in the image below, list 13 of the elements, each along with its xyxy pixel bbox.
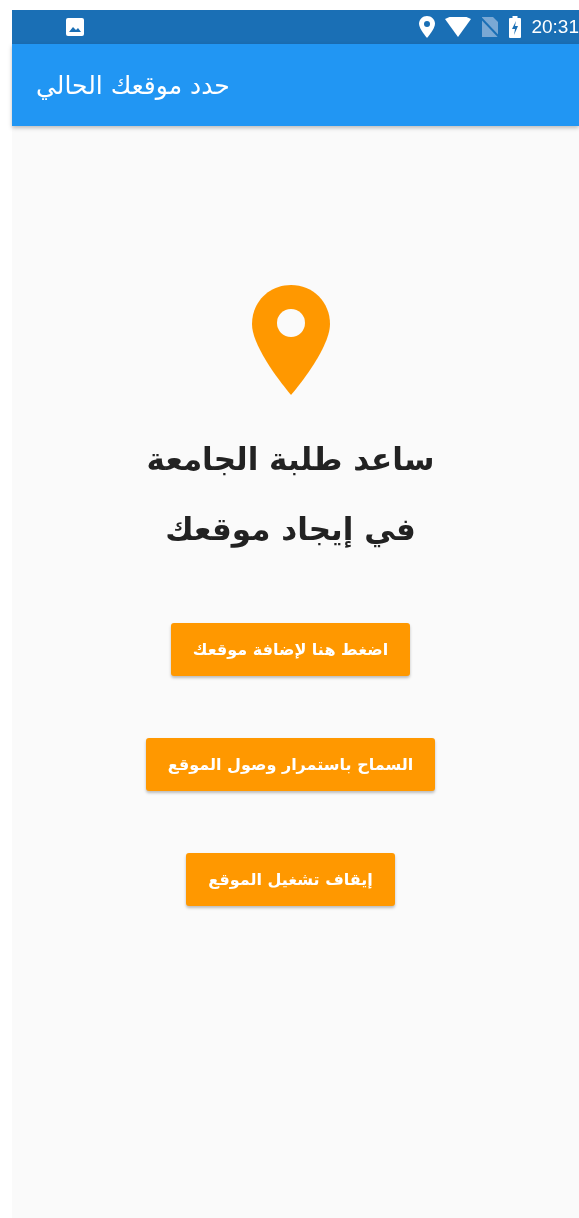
action-button[interactable]: السماح باستمرار وصول الموقع <box>145 738 436 791</box>
no-sim-icon <box>481 17 500 37</box>
image-icon <box>65 17 85 37</box>
action-button[interactable]: اضغط هنا لإضافة موقعك <box>170 623 411 676</box>
heading-text: ساعد طلبة الجامعة <box>146 440 435 479</box>
location-pin-icon <box>419 16 436 38</box>
clock-time: 20:31 <box>531 16 579 38</box>
wifi-icon <box>445 17 472 37</box>
action-button[interactable]: إيقاف تشغيل الموقع <box>186 853 395 906</box>
battery-charging-icon <box>509 16 522 38</box>
heading-text: في إيجاد موقعك <box>165 510 416 550</box>
location-pin-icon <box>251 285 330 395</box>
app-bar-title: حدد موقعك الحالي <box>36 70 230 100</box>
